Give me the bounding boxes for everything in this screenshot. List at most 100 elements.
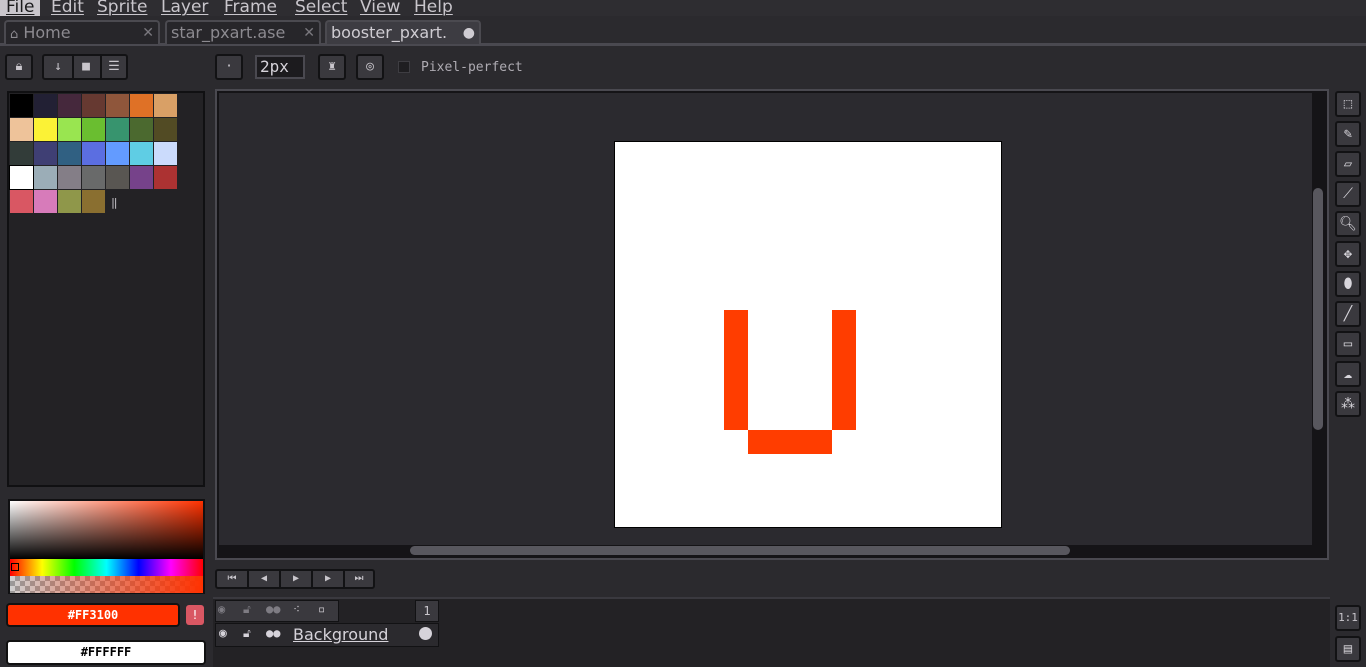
last-frame-icon[interactable]: ⏭ xyxy=(345,571,373,587)
zoom-tool-icon[interactable]: 🔍︎ xyxy=(1335,211,1361,237)
tab-home[interactable]: ⌂ Home ✕ xyxy=(4,20,160,44)
palette-swatch[interactable] xyxy=(82,142,105,165)
continuous-icon[interactable]: ●● xyxy=(266,602,280,616)
palette-swatch[interactable] xyxy=(106,94,129,117)
sort-icon[interactable]: ↓ xyxy=(44,56,74,78)
pixel-stroke-right xyxy=(832,310,856,430)
palette-swatch[interactable] xyxy=(10,142,33,165)
palette-swatch[interactable] xyxy=(9,165,34,190)
eraser-tool-icon[interactable]: ▱ xyxy=(1335,151,1361,177)
blur-tool-icon[interactable]: ☁︎ xyxy=(1335,361,1361,387)
palette-swatch[interactable] xyxy=(10,118,33,141)
line-tool-icon[interactable]: ╱ xyxy=(1335,301,1361,327)
rectangle-tool-icon[interactable]: ▭ xyxy=(1335,331,1361,357)
palette-swatch[interactable] xyxy=(106,118,129,141)
hue-slider[interactable] xyxy=(10,559,203,576)
foreground-color-button[interactable]: #FF3100 xyxy=(6,603,180,627)
color-sv-square[interactable] xyxy=(10,501,203,559)
palette-swatch[interactable] xyxy=(154,94,177,117)
ink-icon[interactable]: ♜ xyxy=(318,54,346,80)
palette-resize-handle[interactable]: ‖ xyxy=(111,196,118,209)
move-tool-icon[interactable]: ✥ xyxy=(1335,241,1361,267)
sprite-canvas[interactable] xyxy=(614,141,1002,528)
menu-layer[interactable]: Layer xyxy=(161,0,208,17)
background-color-button[interactable]: #FFFFFF xyxy=(6,640,206,665)
next-frame-icon[interactable]: ▶ xyxy=(313,571,345,587)
palette-swatch[interactable] xyxy=(130,142,153,165)
pencil-tool-icon[interactable]: ✎ xyxy=(1335,121,1361,147)
alpha-slider[interactable] xyxy=(10,576,203,593)
lock-icon[interactable]: 🔓︎ xyxy=(243,626,251,641)
menu-file[interactable]: File xyxy=(0,0,40,17)
pixel-perfect-checkbox[interactable] xyxy=(398,61,410,73)
palette-swatch[interactable] xyxy=(34,94,57,117)
menu-view[interactable]: View xyxy=(360,0,400,17)
vertical-scrollbar[interactable] xyxy=(1313,188,1323,430)
pixel-stroke-bottom xyxy=(748,430,832,454)
palette-swatch[interactable] xyxy=(106,142,129,165)
menu-help[interactable]: Help xyxy=(414,0,453,17)
menu-sprite[interactable]: Sprite xyxy=(97,0,147,17)
close-icon[interactable]: ✕ xyxy=(142,22,154,44)
palette-swatch[interactable] xyxy=(130,166,153,189)
palette-swatch[interactable] xyxy=(130,118,153,141)
eyedropper-tool-icon[interactable]: ⟋ xyxy=(1335,181,1361,207)
brush-type-icon[interactable]: · xyxy=(215,54,243,80)
palette-swatch[interactable] xyxy=(154,118,177,141)
palette-swatch[interactable] xyxy=(58,142,81,165)
palette-swatch[interactable] xyxy=(82,118,105,141)
palette-swatch[interactable] xyxy=(82,190,105,213)
tab-booster-pxart[interactable]: booster_pxart. ● xyxy=(325,20,481,44)
play-icon[interactable]: ▶ xyxy=(281,571,313,587)
layer-header-icons: ◉ 🔓︎ ●● ⁖ ▫ xyxy=(215,600,339,622)
marquee-tool-icon[interactable]: ⬚ xyxy=(1335,91,1361,117)
layer-tree-icon[interactable]: ⁖ xyxy=(293,602,300,616)
layer-row[interactable]: ◉ 🔓︎ ●● Background xyxy=(215,623,439,647)
palette-swatch[interactable] xyxy=(58,94,81,117)
palette-presets-icon[interactable]: ■ xyxy=(72,56,102,78)
pixel-stroke-left xyxy=(724,310,748,430)
eye-icon[interactable]: ◉ xyxy=(218,602,225,616)
palette-swatch[interactable] xyxy=(106,166,129,189)
palette-swatch[interactable] xyxy=(34,142,57,165)
palette-options-icon[interactable]: ☰ xyxy=(100,56,128,78)
eye-icon[interactable]: ◉ xyxy=(219,626,227,641)
palette-swatch[interactable] xyxy=(82,166,105,189)
layer-name[interactable]: Background xyxy=(293,625,388,644)
frame-header[interactable]: 1 xyxy=(415,600,439,622)
cel-filled-icon[interactable] xyxy=(419,627,432,640)
palette-swatch[interactable] xyxy=(58,190,81,213)
hue-marker[interactable] xyxy=(11,563,19,571)
warning-icon[interactable]: ! xyxy=(186,605,204,625)
menu-select[interactable]: Select xyxy=(295,0,347,17)
zoom-reset-button[interactable]: 1:1 xyxy=(1335,605,1361,631)
menu-edit[interactable]: Edit xyxy=(51,0,84,17)
palette-swatch[interactable] xyxy=(82,94,105,117)
menu-frame[interactable]: Frame xyxy=(224,0,277,17)
spray-tool-icon[interactable]: ⁂ xyxy=(1335,391,1361,417)
lock-icon[interactable]: 🔓︎ xyxy=(243,602,251,617)
brush-pattern-icon[interactable]: ◎ xyxy=(356,54,384,80)
palette-swatch[interactable] xyxy=(34,190,57,213)
timeline-grid-icon[interactable]: ▤ xyxy=(1335,636,1361,662)
palette-swatch[interactable] xyxy=(58,118,81,141)
modified-dot-icon[interactable]: ● xyxy=(463,22,475,44)
new-layer-icon[interactable]: ▫ xyxy=(318,602,325,616)
palette-swatch[interactable] xyxy=(154,142,177,165)
close-icon[interactable]: ✕ xyxy=(303,22,315,44)
fill-tool-icon[interactable]: ⬮ xyxy=(1335,271,1361,297)
lock-icon[interactable]: 🔒︎ xyxy=(5,54,33,80)
palette-swatch[interactable] xyxy=(58,166,81,189)
previous-frame-icon[interactable]: ◀ xyxy=(249,571,281,587)
palette-swatch[interactable] xyxy=(34,118,57,141)
palette-swatch[interactable] xyxy=(10,190,33,213)
palette-swatch[interactable] xyxy=(34,166,57,189)
palette-swatch[interactable] xyxy=(130,94,153,117)
horizontal-scrollbar[interactable] xyxy=(410,546,1070,555)
palette-swatch[interactable] xyxy=(10,94,33,117)
palette-swatch[interactable] xyxy=(154,166,177,189)
brush-size-input[interactable]: 2px xyxy=(255,55,305,79)
first-frame-icon[interactable]: ⏮ xyxy=(217,571,249,587)
continuous-icon[interactable]: ●● xyxy=(266,626,280,640)
tab-star-pxart[interactable]: star_pxart.ase ✕ xyxy=(165,20,321,44)
